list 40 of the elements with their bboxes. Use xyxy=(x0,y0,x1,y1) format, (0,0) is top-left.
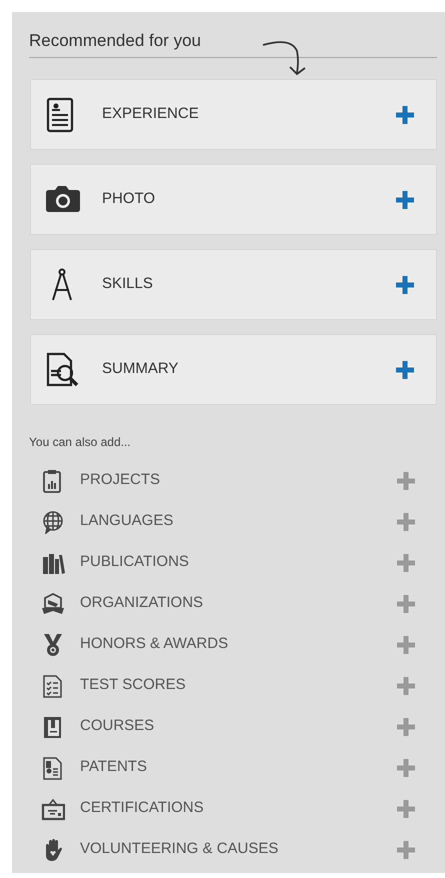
section-link[interactable]: TEST SCORES xyxy=(80,674,397,697)
section-link[interactable]: ORGANIZATIONS xyxy=(80,592,397,615)
plus-icon[interactable] xyxy=(396,276,414,294)
section-link[interactable]: VOLUNTEERING & CAUSES xyxy=(80,838,397,861)
plus-icon[interactable] xyxy=(396,360,414,378)
certificate-document-icon xyxy=(41,756,65,780)
recommendation-card[interactable]: EXPERIENCE xyxy=(30,79,437,150)
plus-icon[interactable] xyxy=(397,594,415,612)
section-link[interactable]: PROJECTS xyxy=(80,469,397,492)
plus-icon[interactable] xyxy=(397,512,415,530)
recommendation-card[interactable]: SUMMARY xyxy=(30,334,437,405)
subheading: You can also add... xyxy=(29,434,131,451)
medal-icon xyxy=(41,632,65,656)
section-link[interactable]: CERTIFICATIONS xyxy=(80,797,397,820)
plus-icon[interactable] xyxy=(397,758,415,776)
shield-banner-icon xyxy=(41,592,65,616)
plus-icon[interactable] xyxy=(397,718,415,736)
plus-icon[interactable] xyxy=(397,840,415,858)
section-link[interactable]: PUBLICATIONS xyxy=(80,551,397,574)
recommendation-card[interactable]: SKILLS xyxy=(30,249,437,320)
card-label: SKILLS xyxy=(102,274,154,294)
section-heading: Recommended for you xyxy=(29,32,201,52)
card-label: PHOTO xyxy=(102,189,156,210)
section-link[interactable]: COURSES xyxy=(80,715,397,738)
card-label: EXPERIENCE xyxy=(102,104,200,124)
plus-icon[interactable] xyxy=(396,106,414,124)
plus-icon[interactable] xyxy=(396,190,414,208)
plus-icon[interactable] xyxy=(397,554,415,572)
plus-icon[interactable] xyxy=(397,676,415,694)
plus-icon[interactable] xyxy=(397,472,415,490)
plus-icon[interactable] xyxy=(397,636,415,654)
hanging-sign-icon xyxy=(41,796,65,820)
plus-icon[interactable] xyxy=(397,800,415,818)
checklist-icon xyxy=(41,674,65,698)
card-label: SUMMARY xyxy=(102,359,180,380)
globe-icon xyxy=(41,510,65,534)
section-link[interactable]: LANGUAGES xyxy=(80,510,397,533)
recommendation-card[interactable]: PHOTO xyxy=(30,164,437,235)
section-link[interactable]: HONORS & AWARDS xyxy=(80,633,397,656)
section-link[interactable]: PATENTS xyxy=(80,756,397,779)
